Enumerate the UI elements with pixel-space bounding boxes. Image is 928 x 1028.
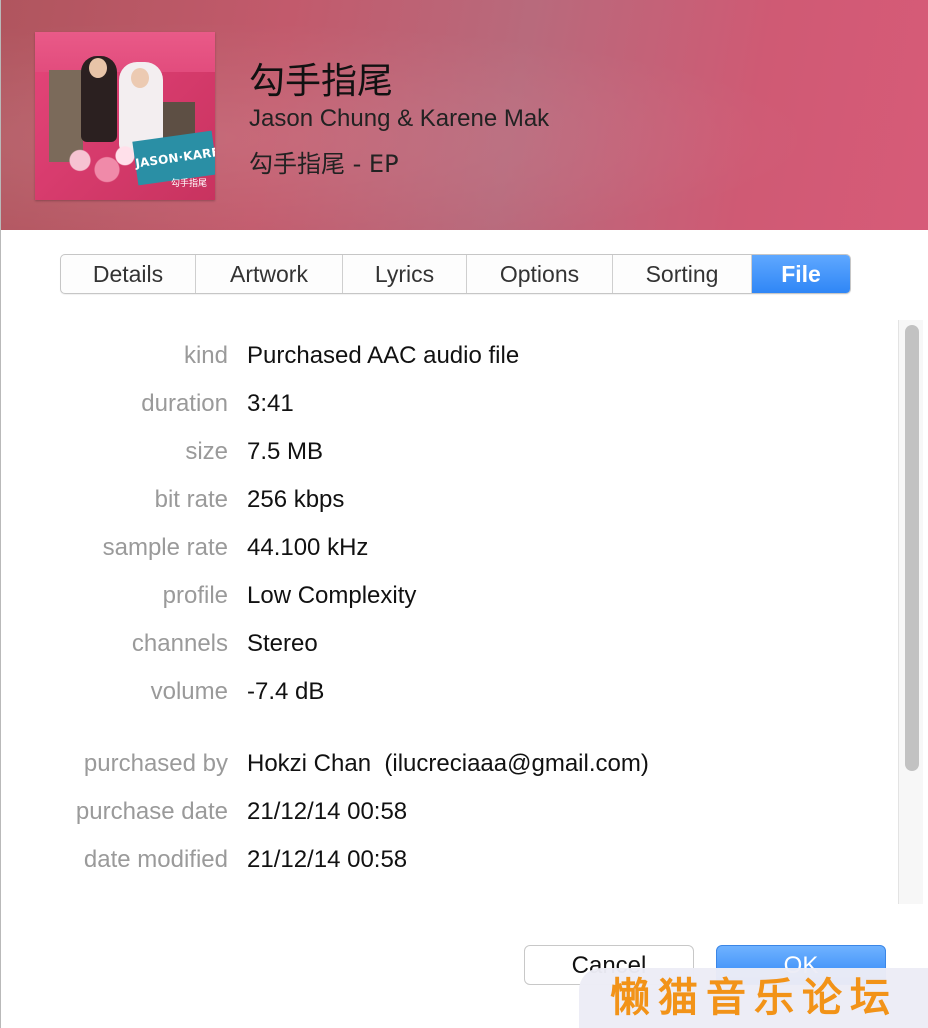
- info-row-date-modified: date modified 21/12/14 00:58: [1, 846, 891, 886]
- info-value: 21/12/14 00:58: [247, 846, 408, 873]
- tab-sorting[interactable]: Sorting: [613, 255, 752, 293]
- info-label: kind: [183, 342, 228, 369]
- tab-options[interactable]: Options: [467, 255, 613, 293]
- info-label: purchased by: [83, 750, 228, 777]
- info-label: volume: [150, 678, 228, 705]
- info-value: 21/12/14 00:58: [247, 798, 408, 825]
- info-label: bit rate: [154, 486, 228, 513]
- tab-file[interactable]: File: [752, 255, 850, 293]
- info-label: purchase date: [75, 798, 228, 825]
- info-row-volume: volume -7.4 dB: [1, 678, 891, 718]
- album-artwork[interactable]: JASON·KARENE 勾手指尾: [35, 32, 215, 200]
- info-value: 3:41: [247, 390, 294, 417]
- info-value: Stereo: [247, 630, 318, 657]
- info-label: duration: [141, 390, 228, 417]
- info-label: channels: [131, 630, 228, 657]
- info-row-duration: duration 3:41: [1, 390, 891, 430]
- info-row-purchase-date: purchase date 21/12/14 00:58: [1, 798, 891, 838]
- forum-watermark: 懒猫音乐论坛: [579, 968, 928, 1028]
- info-row-size: size 7.5 MB: [1, 438, 891, 478]
- song-album: 勾手指尾 - EP: [249, 150, 399, 178]
- info-label: date modified: [83, 846, 228, 873]
- artwork-flowers: [53, 142, 143, 188]
- info-row-channels: channels Stereo: [1, 630, 891, 670]
- song-title: 勾手指尾: [249, 61, 394, 102]
- info-row-purchased-by: purchased by Hokzi Chan (ilucreciaaa@gma…: [1, 750, 891, 790]
- info-value: 7.5 MB: [247, 438, 324, 465]
- info-value: Hokzi Chan (ilucreciaaa@gmail.com): [247, 750, 649, 777]
- song-artist: Jason Chung & Karene Mak: [249, 105, 550, 132]
- get-info-window: JASON·KARENE 勾手指尾 勾手指尾 Jason Chung & Kar…: [0, 0, 928, 1028]
- info-label: sample rate: [102, 534, 228, 561]
- info-label: size: [185, 438, 228, 465]
- info-tab-bar: Details Artwork Lyrics Options Sorting F…: [60, 254, 851, 294]
- info-value: 256 kbps: [247, 486, 345, 513]
- scrollbar-thumb[interactable]: [905, 325, 919, 771]
- tab-lyrics[interactable]: Lyrics: [343, 255, 467, 293]
- info-row-sample-rate: sample rate 44.100 kHz: [1, 534, 891, 574]
- info-row-profile: profile Low Complexity: [1, 582, 891, 622]
- artwork-face: [89, 58, 107, 78]
- tab-details[interactable]: Details: [61, 255, 196, 293]
- info-label: profile: [162, 582, 228, 609]
- song-header: JASON·KARENE 勾手指尾 勾手指尾 Jason Chung & Kar…: [1, 0, 928, 230]
- info-row-bit-rate: bit rate 256 kbps: [1, 486, 891, 526]
- artwork-face: [131, 68, 149, 88]
- info-value: 44.100 kHz: [247, 534, 369, 561]
- artwork-subtitle: 勾手指尾: [171, 178, 208, 188]
- tab-artwork[interactable]: Artwork: [196, 255, 343, 293]
- info-value: Purchased AAC audio file: [247, 342, 520, 369]
- info-row-kind: kind Purchased AAC audio file: [1, 342, 891, 382]
- info-value: Low Complexity: [247, 582, 417, 609]
- info-value: -7.4 dB: [247, 678, 325, 705]
